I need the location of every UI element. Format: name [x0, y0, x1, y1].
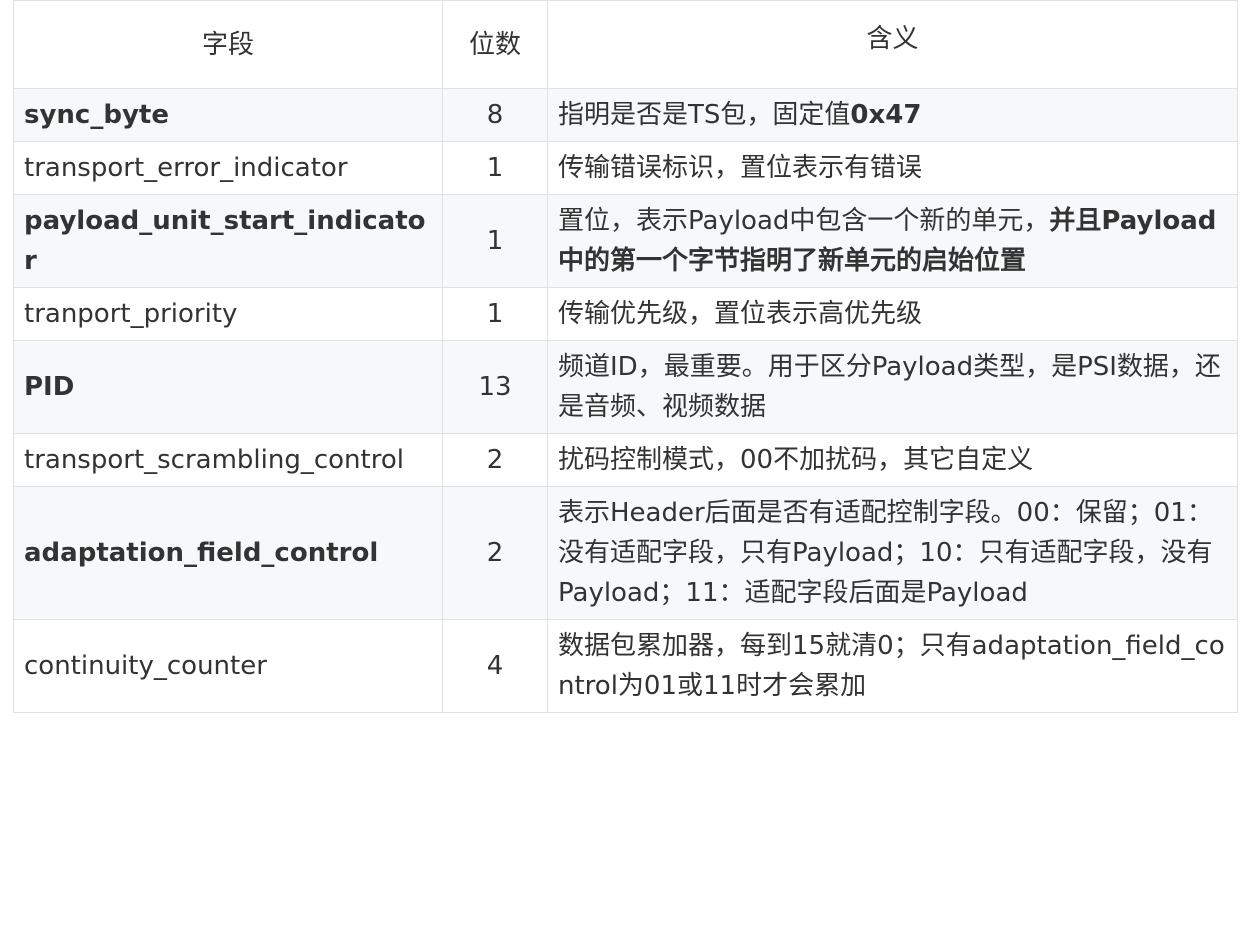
bit-count-cell: 2 — [442, 486, 548, 620]
description-cell: 传输优先级，置位表示高优先级 — [547, 287, 1238, 341]
description-cell: 表示Header后面是否有适配控制字段。00：保留；01：没有适配字段，只有Pa… — [547, 486, 1238, 620]
table-row: PID 13 频道ID，最重要。用于区分Payload类型，是PSI数据，还是音频、… — [13, 340, 1238, 434]
bit-count-cell: 4 — [442, 619, 548, 713]
field-name-cell: sync_byte — [13, 88, 443, 142]
table-row: continuity_counter 4 数据包累加器，每到15就清0；只有adap… — [13, 619, 1238, 713]
description-cell: 指明是否是TS包，固定值0x47 — [547, 88, 1238, 142]
table-row: sync_byte 8 指明是否是TS包，固定值0x47 — [13, 88, 1238, 142]
field-name-cell: continuity_counter — [13, 619, 443, 713]
description-cell: 扰码控制模式，00不加扰码，其它自定义 — [547, 433, 1238, 487]
description-text: 表示Header后面是否有适配控制字段。00：保留；01：没有适配字段，只有Pa… — [558, 498, 1213, 608]
bit-count-cell: 13 — [442, 340, 548, 434]
bit-count-cell: 1 — [442, 194, 548, 288]
bit-count-cell: 1 — [442, 287, 548, 341]
field-name-cell: PID — [13, 340, 443, 434]
field-name-cell: payload_unit_start_indicator — [13, 194, 443, 288]
description-cell: 数据包累加器，每到15就清0；只有adaptation_field_contro… — [547, 619, 1238, 713]
ts-header-table-container: 字段 位数 含义 sync_byte 8 指明是否是TS包，固定值0x47 trans… — [13, 0, 1238, 713]
table-row: transport_scrambling_control 2 扰码控制模式，00不加… — [13, 433, 1238, 487]
table-row: transport_error_indicator 1 传输错误标识，置位表示有错误 — [13, 141, 1238, 195]
header-field: 字段 — [13, 0, 443, 89]
bit-count-cell: 1 — [442, 141, 548, 195]
description-text: 频道ID，最重要。用于区分Payload类型，是PSI数据，还是音频、视频数据 — [558, 352, 1221, 422]
description-text: 扰码控制模式，00不加扰码，其它自定义 — [558, 445, 1034, 475]
field-name-cell: tranport_priority — [13, 287, 443, 341]
description-bold-text: 0x47 — [850, 100, 922, 130]
table-row: adaptation_field_control 2 表示Header后面是否有适配… — [13, 486, 1238, 620]
field-name-cell: adaptation_field_control — [13, 486, 443, 620]
table-row: tranport_priority 1 传输优先级，置位表示高优先级 — [13, 287, 1238, 341]
table-header-row: 字段 位数 含义 — [13, 0, 1238, 89]
description-text: 传输优先级，置位表示高优先级 — [558, 299, 923, 329]
bit-count-cell: 2 — [442, 433, 548, 487]
description-cell: 传输错误标识，置位表示有错误 — [547, 141, 1238, 195]
header-bits: 位数 — [442, 0, 548, 89]
field-name-cell: transport_error_indicator — [13, 141, 443, 195]
description-text: 置位，表示Payload中包含一个新的单元， — [558, 206, 1050, 236]
bit-count-cell: 8 — [442, 88, 548, 142]
description-text: 指明是否是TS包，固定值 — [558, 100, 851, 130]
description-text: 数据包累加器，每到15就清0；只有adaptation_field_contro… — [558, 631, 1225, 701]
field-name-cell: transport_scrambling_control — [13, 433, 443, 487]
description-cell: 置位，表示Payload中包含一个新的单元，并且Payload中的第一个字节指明… — [547, 194, 1238, 288]
ts-header-table: 字段 位数 含义 sync_byte 8 指明是否是TS包，固定值0x47 trans… — [13, 0, 1238, 713]
table-row: payload_unit_start_indicator 1 置位，表示Payloa… — [13, 194, 1238, 288]
description-cell: 频道ID，最重要。用于区分Payload类型，是PSI数据，还是音频、视频数据 — [547, 340, 1238, 434]
table-body: sync_byte 8 指明是否是TS包，固定值0x47 transport_erro… — [13, 88, 1238, 713]
description-text: 传输错误标识，置位表示有错误 — [558, 153, 923, 183]
header-description: 含义 — [547, 0, 1238, 89]
